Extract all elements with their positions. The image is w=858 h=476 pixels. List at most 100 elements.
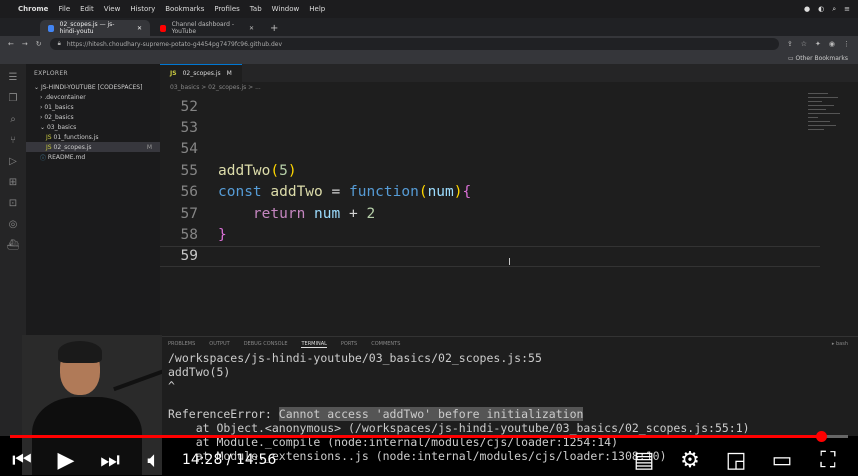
breadcrumb[interactable]: 03_basics > 02_scopes.js > ... [160,82,858,92]
player-right-controls: ▤ ⚙︎ ◲ ▭ ⛶ [622,448,850,473]
explorer-item[interactable]: ⌄ 03_basics [26,122,160,132]
menu-profiles[interactable]: Profiles [214,5,239,13]
tab-problems[interactable]: PROBLEMS [168,341,195,347]
menu-bookmarks[interactable]: Bookmarks [165,5,204,13]
search-icon[interactable]: ⌕ [832,5,836,14]
back-icon[interactable]: ← [8,40,14,48]
explorer-item[interactable]: › 02_basics [26,112,160,122]
control-center-icon[interactable]: ≡ [844,5,850,14]
line-number: 57 [180,205,198,222]
files-icon[interactable]: ❐ [9,93,18,104]
line-number: 55 [180,162,198,179]
share-icon[interactable]: ⇪ [787,40,793,48]
tab-debug-console[interactable]: DEBUG CONSOLE [244,341,288,347]
code-line[interactable]: 52 [160,96,820,117]
code-line[interactable]: 58} [160,224,820,245]
prev-icon[interactable]: ⏮︎ [0,448,44,473]
remote-explorer-icon[interactable]: ⊡ [9,198,17,209]
code-line[interactable]: 53 [160,117,820,138]
progress-bar[interactable] [10,431,848,442]
settings-icon[interactable]: ⚙︎ [668,448,712,473]
code-token: addTwo [270,184,323,201]
extensions-icon[interactable]: ✦ [815,40,821,48]
extensions-icon[interactable]: ⊞ [9,177,17,188]
line-number: 56 [180,184,198,201]
explorer-item[interactable]: › 01_basics [26,102,160,112]
browser-tab[interactable]: Channel dashboard - YouTube ✕ [152,20,262,36]
status-icon[interactable]: ◐ [818,5,824,14]
code-line[interactable]: 54 [160,139,820,160]
code-line[interactable]: 57 return num + 2 [160,203,820,224]
code-editor[interactable]: 52 53 54 55 addTwo(5) 56 const addTwo = fu… [160,96,820,336]
minimap[interactable] [808,90,848,170]
menu-file[interactable]: File [58,5,70,13]
menu-icon[interactable]: ☰ [9,72,18,83]
browser-tab[interactable]: 02_scopes.js — js-hindi-youtu ✕ [40,20,150,36]
profile-icon[interactable]: ◉ [829,40,835,48]
explorer-item[interactable]: JS 01_functions.js [26,132,160,142]
volume-icon[interactable]: 🔈︎ [132,448,176,473]
tab-terminal[interactable]: TERMINAL [301,341,327,348]
github-icon[interactable]: ◎ [9,219,18,230]
bookmark-star-icon[interactable]: ☆ [801,40,807,48]
menu-view[interactable]: View [104,5,121,13]
js-file-icon: JS [46,143,54,151]
search-icon[interactable]: ⌕ [10,114,16,125]
close-tab-icon[interactable]: ✕ [249,25,254,32]
line-number: 54 [180,141,198,158]
line-number: 52 [180,98,198,115]
explorer-item-label: 03_basics [46,123,77,131]
menu-window[interactable]: Window [272,5,300,13]
vscode-favicon-icon [48,24,54,32]
chevron-down-icon: ⌄ [40,123,47,131]
url-input[interactable]: 🔒︎ https://hitesh.choudhary-supreme-pota… [49,38,779,50]
play-icon[interactable]: ▶︎ [44,448,88,473]
miniplayer-icon[interactable]: ◲ [714,448,758,473]
folder-icon: ▭ [787,54,796,62]
close-tab-icon[interactable]: ✕ [137,25,142,32]
explorer-item[interactable]: ⓘ README.md [26,152,160,162]
menu-history[interactable]: History [130,5,155,13]
explorer-item-selected[interactable]: JS 02_scopes.js M [26,142,160,152]
run-debug-icon[interactable]: ▷ [9,156,17,167]
explorer-item[interactable]: › .devcontainer [26,92,160,102]
code-token: + [340,205,367,222]
terminal-line: /workspaces/js-hindi-youtube/03_basics/0… [168,351,542,365]
next-icon[interactable]: ⏭︎ [88,448,132,473]
terminal-line: at Object.<anonymous> (/workspaces/js-hi… [168,421,750,435]
presenter-hair [58,341,102,363]
fullscreen-icon[interactable]: ⛶ [806,448,850,473]
menu-tab[interactable]: Tab [250,5,262,13]
js-file-icon: JS [170,70,177,77]
shell-label: bash [835,341,848,347]
line-number: 58 [180,227,198,244]
tab-output[interactable]: OUTPUT [209,341,229,347]
editor-tab-bar: JS 02_scopes.js M [160,64,858,82]
code-line-current[interactable]: 59 [160,245,820,268]
new-tab-icon[interactable]: + [264,20,284,36]
status-icon[interactable]: ● [804,5,810,14]
more-menu-icon[interactable]: ⋮ [843,40,850,48]
other-bookmarks-link[interactable]: Other Bookmarks [796,55,848,62]
terminal-shell-select[interactable]: ▸ bash [832,341,848,347]
tab-ports[interactable]: PORTS [341,341,357,347]
line-number: 53 [180,120,198,137]
menu-app-name[interactable]: Chrome [18,5,48,13]
forward-icon[interactable]: → [22,40,28,48]
explorer-root[interactable]: ⌄ JS-HINDI-YOUTUBE [CODESPACES] [26,82,160,92]
code-token: ) [287,162,297,179]
docker-icon[interactable]: ⛴︎ [7,240,20,251]
code-line[interactable]: 56 const addTwo = function(num){ [160,182,820,203]
reload-icon[interactable]: ↻ [36,40,42,48]
source-control-icon[interactable]: ⑂ [10,135,16,146]
tab-comments[interactable]: COMMENTS [371,341,400,347]
menu-help[interactable]: Help [309,5,325,13]
modified-badge: M [146,143,152,151]
code-line[interactable]: 55 addTwo(5) [160,160,820,181]
panel-tabs: PROBLEMS OUTPUT DEBUG CONSOLE TERMINAL P… [160,337,858,351]
subtitles-icon[interactable]: ▤ [622,448,666,473]
editor-tab[interactable]: JS 02_scopes.js M [160,64,242,82]
theater-icon[interactable]: ▭ [760,448,804,473]
menu-edit[interactable]: Edit [80,5,94,13]
